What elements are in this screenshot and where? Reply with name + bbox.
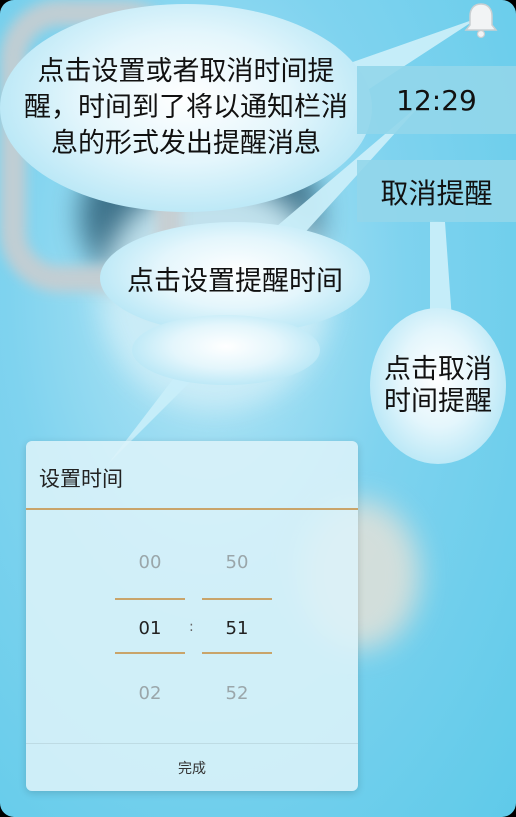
hour-next-option[interactable]: 02 [115, 683, 185, 704]
minute-selected-value[interactable]: 51 [202, 618, 272, 639]
tooltip-cancel: 点击取消 时间提醒 [370, 308, 506, 464]
tooltip-set-time-text: 点击设置提醒时间 [127, 265, 343, 297]
cancel-reminder-label: 取消提醒 [380, 177, 493, 210]
hour-selection-line-bottom [115, 652, 185, 654]
bell-icon[interactable] [462, 0, 500, 40]
set-time-dialog: 设置时间 00 01 02 : 50 51 52 完成 [26, 441, 358, 791]
tooltip-main-line-2: 醒，时间到了将以通知栏消 [24, 92, 348, 123]
hour-selection-line-top [115, 598, 185, 600]
hour-prev-option[interactable]: 00 [115, 552, 185, 573]
tooltip-main-line-1: 点击设置或者取消时间提 [37, 56, 335, 87]
tooltip-main-line-3: 息的形式发出提醒消息 [51, 128, 321, 159]
minute-selection-line-bottom [202, 652, 272, 654]
hour-selected-value[interactable]: 01 [115, 618, 185, 639]
minute-next-option[interactable]: 52 [202, 683, 272, 704]
reminder-time-value: 12:29 [396, 84, 477, 117]
done-button[interactable]: 完成 [26, 744, 358, 791]
dialog-title: 设置时间 [39, 467, 123, 491]
dialog-divider [26, 508, 358, 510]
reminder-time-panel[interactable]: 12:29 [357, 66, 516, 134]
time-separator: : [189, 619, 194, 635]
tooltip-empty [132, 315, 320, 385]
tooltip-main: 点击设置或者取消时间提 醒，时间到了将以通知栏消 息的形式发出提醒消息 [0, 4, 372, 212]
minute-prev-option[interactable]: 50 [202, 552, 272, 573]
minute-selection-line-top [202, 598, 272, 600]
tooltip-cancel-line-1: 点击取消 [384, 354, 492, 385]
cancel-reminder-button[interactable]: 取消提醒 [357, 160, 516, 222]
app-screen: 点击设置或者取消时间提 醒，时间到了将以通知栏消 息的形式发出提醒消息 12:2… [0, 0, 516, 817]
tooltip-cancel-line-2: 时间提醒 [384, 386, 492, 417]
